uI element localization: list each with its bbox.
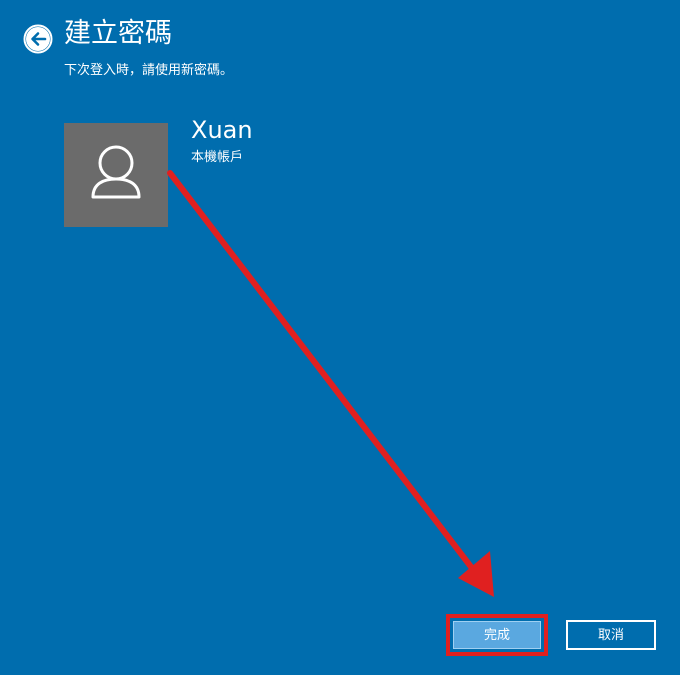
finish-button[interactable]: 完成 [453, 621, 541, 649]
page-subtitle: 下次登入時，請使用新密碼。 [64, 63, 234, 78]
page-title: 建立密碼 [64, 18, 172, 49]
account-name: Xuan [191, 116, 253, 144]
back-arrow-circle-icon [23, 24, 53, 54]
back-button[interactable] [23, 24, 53, 54]
user-silhouette-icon [91, 145, 141, 199]
account-type-label: 本機帳戶 [191, 150, 244, 165]
cancel-button[interactable]: 取消 [566, 620, 656, 650]
avatar [64, 123, 168, 227]
annotation-arrow [167, 170, 494, 597]
